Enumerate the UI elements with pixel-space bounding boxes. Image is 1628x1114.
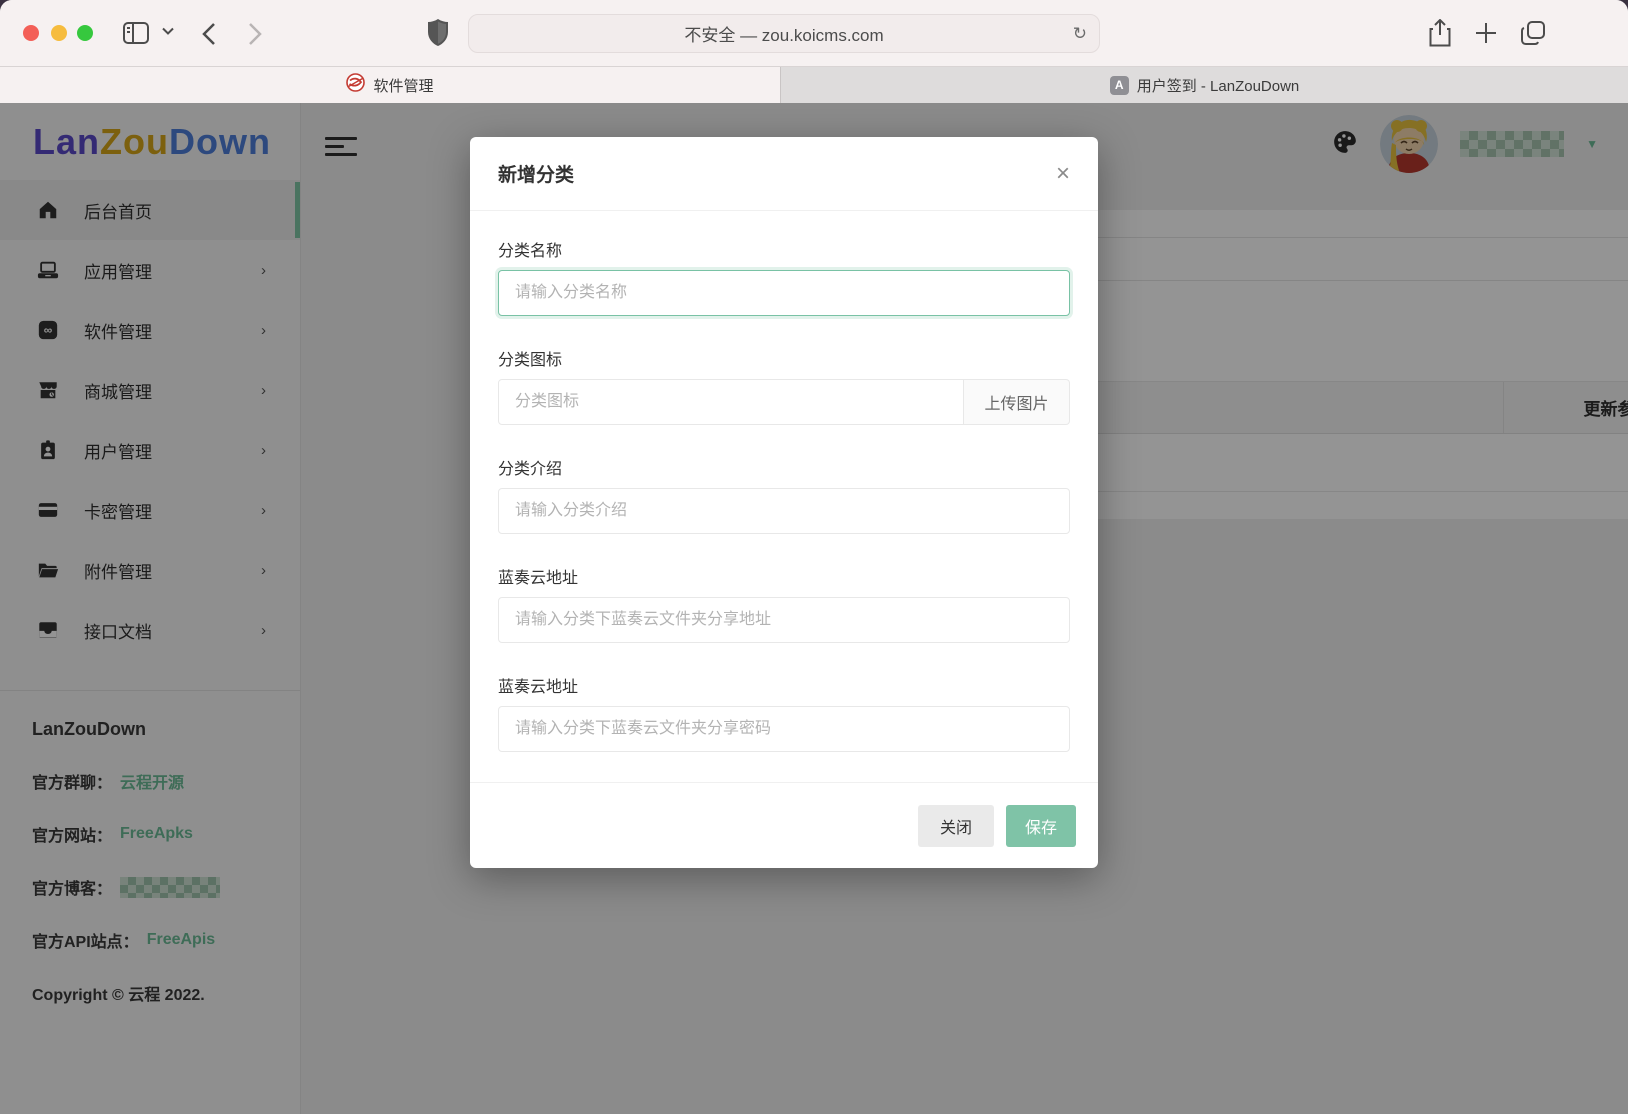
category-icon-input[interactable]	[498, 379, 964, 425]
back-button[interactable]	[202, 23, 216, 45]
tab-label: 用户签到 - LanZouDown	[1137, 75, 1300, 96]
field-label-lanzou-password: 蓝奏云地址	[498, 673, 1070, 697]
reload-icon[interactable]: ↻	[1073, 24, 1087, 44]
tab-user-signin[interactable]: A 用户签到 - LanZouDown	[781, 67, 1628, 103]
tab-overview-icon[interactable]	[1520, 20, 1546, 46]
close-window-button[interactable]	[23, 25, 39, 41]
zoom-window-button[interactable]	[77, 25, 93, 41]
sidebar-toggle-icon[interactable]	[122, 21, 150, 45]
save-button[interactable]: 保存	[1006, 805, 1076, 847]
modal-body: 分类名称 分类图标 上传图片 分类介绍 蓝奏云地址	[470, 211, 1098, 782]
field-label-category-intro: 分类介绍	[498, 455, 1070, 479]
modal-footer: 关闭 保存	[470, 782, 1098, 868]
browser-titlebar: 不安全 — zou.koicms.com ↻	[0, 0, 1628, 66]
close-button[interactable]: 关闭	[918, 805, 994, 847]
forward-button[interactable]	[248, 23, 262, 45]
modal-title: 新增分类	[498, 160, 574, 187]
upload-image-button[interactable]: 上传图片	[964, 379, 1070, 425]
add-category-modal: 新增分类 × 分类名称 分类图标 上传图片 分类介绍	[470, 137, 1098, 868]
web-page: LanZouDown 后台首页 应用管理 › ∞ 软件管理	[0, 103, 1628, 1114]
tab-favicon-swirl-icon	[346, 73, 365, 97]
tab-label: 软件管理	[373, 75, 433, 96]
new-tab-icon[interactable]	[1474, 21, 1498, 45]
tab-favicon-a-icon: A	[1110, 76, 1129, 95]
browser-window: 不安全 — zou.koicms.com ↻ 软件管理 A	[0, 0, 1628, 1114]
privacy-shield-icon[interactable]	[428, 19, 448, 46]
sidebar-chevron-down-icon[interactable]	[162, 27, 174, 35]
category-intro-input[interactable]	[498, 488, 1070, 534]
category-name-input[interactable]	[498, 270, 1070, 316]
url-bar[interactable]: 不安全 — zou.koicms.com ↻	[468, 14, 1100, 53]
minimize-window-button[interactable]	[51, 25, 67, 41]
lanzou-share-url-input[interactable]	[498, 597, 1070, 643]
modal-header: 新增分类 ×	[470, 137, 1098, 211]
modal-close-icon[interactable]: ×	[1056, 162, 1070, 186]
tab-software-management[interactable]: 软件管理	[0, 67, 781, 103]
tab-bar: 软件管理 A 用户签到 - LanZouDown	[0, 66, 1628, 103]
lanzou-share-password-input[interactable]	[498, 706, 1070, 752]
field-label-category-name: 分类名称	[498, 237, 1070, 261]
url-text: 不安全 — zou.koicms.com	[684, 21, 883, 46]
field-label-category-icon: 分类图标	[498, 346, 1070, 370]
share-icon[interactable]	[1429, 19, 1451, 47]
field-label-lanzou-url: 蓝奏云地址	[498, 564, 1070, 588]
